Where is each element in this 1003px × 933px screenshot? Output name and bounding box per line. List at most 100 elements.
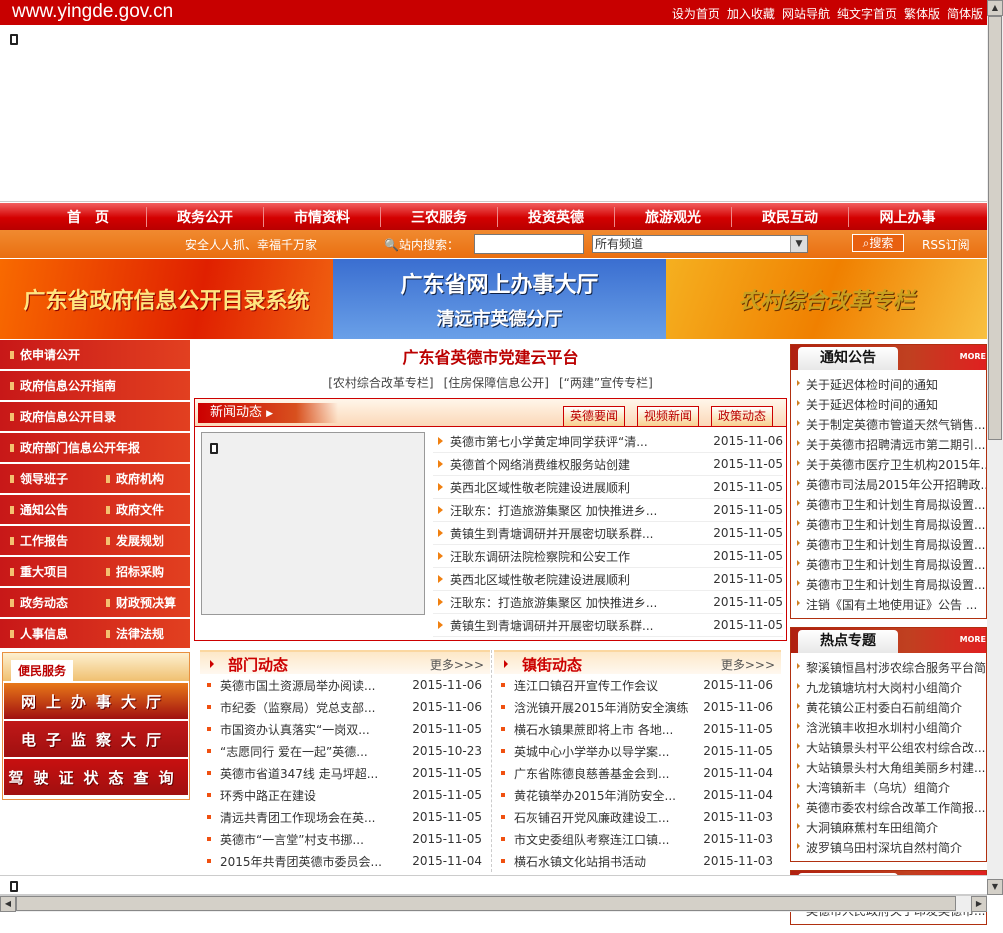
list-item[interactable]: 黄花镇举办2015年消防安全... 2015-11-04 <box>494 784 781 806</box>
list-item[interactable]: 英德市卫生和计划生育局拟设置... <box>791 574 986 594</box>
list-item[interactable]: 浛洸镇开展2015年消防安全演练 2015-11-06 <box>494 696 781 718</box>
scroll-down-icon[interactable]: ▼ <box>987 879 1003 895</box>
news-item[interactable]: 黄镇生到青塘调研并开展密切联系群... 2015-11-05 <box>433 614 783 637</box>
list-item[interactable]: 黎溪镇恒昌村涉农综合服务平台简介 <box>791 657 986 677</box>
sidebar-item[interactable]: 人事信息 <box>0 625 94 642</box>
list-item-title[interactable]: 石灰铺召开党风廉政建设工... <box>514 809 701 826</box>
news-item[interactable]: 汪耿东调研法院检察院和公安工作 2015-11-05 <box>433 545 783 568</box>
list-item[interactable]: 连江口镇召开宣传工作会议 2015-11-06 <box>494 674 781 696</box>
news-item-title[interactable]: 黄镇生到青塘调研并开展密切联系群... <box>450 525 708 542</box>
sidebar-item[interactable]: 财政预决算 <box>94 594 190 611</box>
nav-item[interactable]: 网上办事 <box>849 207 966 227</box>
sidebar-item[interactable]: 依申请公开 <box>0 346 190 363</box>
list-item[interactable]: 英德市卫生和计划生育局拟设置... <box>791 494 986 514</box>
banner-online-hall[interactable]: 广东省网上办事大厅 清远市英德分厅 <box>333 259 666 339</box>
list-item-title[interactable]: 市国资办认真落实“一岗双... <box>220 721 410 738</box>
search-input[interactable] <box>474 234 584 254</box>
list-item[interactable]: 市纪委（监察局）党总支部... 2015-11-06 <box>200 696 490 718</box>
news-item[interactable]: 英德市第七小学黄定坤同学获评“清... 2015-11-06 <box>433 430 783 453</box>
list-item-title[interactable]: 英德市国土资源局举办阅读... <box>220 677 410 694</box>
top-link[interactable]: 繁体版 <box>904 5 940 22</box>
section-title[interactable]: 部门动态 <box>209 654 288 675</box>
top-link[interactable]: 网站导航 <box>782 5 830 22</box>
news-item[interactable]: 英西北区域性敬老院建设进展顺利 2015-11-05 <box>433 476 783 499</box>
nav-item[interactable]: 首 页 <box>30 206 147 227</box>
list-item-title[interactable]: 英城中心小学举办以导学案... <box>514 743 701 760</box>
list-item[interactable]: 关于延迟体检时间的通知 <box>791 374 986 394</box>
news-item[interactable]: 汪耿东：打造旅游集聚区 加快推进乡... 2015-11-05 <box>433 499 783 522</box>
list-item-title[interactable]: 英德市“一言堂”村支书挪... <box>220 831 410 848</box>
list-item-title[interactable]: 广东省陈德良慈善基金会到... <box>514 765 701 782</box>
list-item[interactable]: 大站镇景头村平公组农村综合改... <box>791 737 986 757</box>
special-link[interactable]: [“两建”宣传专栏] <box>559 376 653 390</box>
sidebar-item[interactable]: 政务动态 <box>0 594 94 611</box>
sidebar-item[interactable]: 法律法规 <box>94 625 190 642</box>
sidebar-item[interactable]: 政府信息公开指南 <box>0 377 190 394</box>
list-item-title[interactable]: 市纪委（监察局）党总支部... <box>220 699 410 716</box>
list-item[interactable]: 关于制定英德市管道天然气销售... <box>791 414 986 434</box>
news-item[interactable]: 黄镇生到青塘调研并开展密切联系群... 2015-11-05 <box>433 522 783 545</box>
news-item-title[interactable]: 英德市第七小学黄定坤同学获评“清... <box>450 433 708 450</box>
sidebar-item[interactable]: 政府部门信息公开年报 <box>0 439 190 456</box>
box-title[interactable]: 热点专题 <box>798 630 898 653</box>
news-item-title[interactable]: 英德首个网络消费维权服务站创建 <box>450 456 708 473</box>
list-item-title[interactable]: 环秀中路正在建设 <box>220 787 410 804</box>
search-button[interactable]: ⌕搜索 <box>852 234 904 252</box>
news-item-title[interactable]: 黄镇生到青塘调研并开展密切联系群... <box>450 617 708 634</box>
sidebar-item[interactable]: 发展规划 <box>94 532 190 549</box>
list-item[interactable]: 英德市卫生和计划生育局拟设置... <box>791 554 986 574</box>
list-item[interactable]: 英德市卫生和计划生育局拟设置... <box>791 514 986 534</box>
list-item-title[interactable]: 横石水镇文化站捐书活动 <box>514 853 701 870</box>
news-item-title[interactable]: 英西北区域性敬老院建设进展顺利 <box>450 479 708 496</box>
news-item-title[interactable]: 汪耿东调研法院检察院和公安工作 <box>450 548 708 565</box>
news-item[interactable]: 汪耿东：打造旅游集聚区 加快推进乡... 2015-11-05 <box>433 591 783 614</box>
list-item[interactable]: 黄花镇公正村委白石前组简介 <box>791 697 986 717</box>
box-title[interactable]: 通知公告 <box>798 347 898 370</box>
list-item[interactable]: 大湾镇新丰（乌坑）组简介 <box>791 777 986 797</box>
list-item[interactable]: 浛洸镇丰收担水圳村小组简介 <box>791 717 986 737</box>
top-link[interactable]: 纯文字首页 <box>837 5 897 22</box>
scroll-left-icon[interactable]: ◀ <box>0 896 16 912</box>
news-item[interactable]: 英西北区域性敬老院建设进展顺利 2015-11-05 <box>433 568 783 591</box>
nav-item[interactable]: 政务公开 <box>147 206 264 227</box>
more-link[interactable]: 更多>>> <box>430 656 484 673</box>
sidebar-item[interactable]: 政府文件 <box>94 501 190 518</box>
list-item[interactable]: 横石水镇文化站捐书活动 2015-11-03 <box>494 850 781 872</box>
news-tab[interactable]: 英德要闻 <box>563 406 625 427</box>
top-link[interactable]: 设为首页 <box>672 5 720 22</box>
list-item[interactable]: 大站镇景头村大角组美丽乡村建... <box>791 757 986 777</box>
list-item[interactable]: 波罗镇乌田村深坑自然村简介 <box>791 837 986 857</box>
sidebar-item[interactable]: 领导班子 <box>0 470 94 487</box>
party-platform-title[interactable]: 广东省英德市党建云平台 <box>193 344 788 368</box>
scroll-right-icon[interactable]: ▶ <box>971 896 987 912</box>
news-tab[interactable]: 政策动态 <box>711 406 773 427</box>
service-button[interactable]: 电子监察大厅 <box>4 721 188 757</box>
list-item[interactable]: 广东省陈德良慈善基金会到... 2015-11-04 <box>494 762 781 784</box>
more-link[interactable]: 更多>>> <box>721 656 775 673</box>
horizontal-scroll-thumb[interactable] <box>16 896 956 911</box>
list-item[interactable]: 市文史委组队考察连江口镇... 2015-11-03 <box>494 828 781 850</box>
nav-item[interactable]: 政民互动 <box>732 206 849 227</box>
list-item[interactable]: 环秀中路正在建设 2015-11-05 <box>200 784 490 806</box>
chevron-down-icon[interactable]: ▼ <box>790 236 807 252</box>
rss-link[interactable]: RSS订阅 <box>922 236 970 253</box>
list-item[interactable]: 英德市省道347线 走马坪超... 2015-11-05 <box>200 762 490 784</box>
top-link[interactable]: 加入收藏 <box>727 5 775 22</box>
scroll-up-icon[interactable]: ▲ <box>987 0 1003 16</box>
sidebar-item[interactable]: 政府机构 <box>94 470 190 487</box>
list-item[interactable]: 英德市司法局2015年公开招聘政... <box>791 474 986 494</box>
list-item[interactable]: 英德市“一言堂”村支书挪... 2015-11-05 <box>200 828 490 850</box>
news-tab[interactable]: 视频新闻 <box>637 406 699 427</box>
sidebar-item[interactable]: 工作报告 <box>0 532 94 549</box>
list-item-title[interactable]: 英德市省道347线 走马坪超... <box>220 765 410 782</box>
nav-item[interactable]: 投资英德 <box>498 206 615 227</box>
special-link[interactable]: [住房保障信息公开] <box>444 376 549 390</box>
banner-rural-reform[interactable]: 农村综合改革专栏 <box>666 259 987 339</box>
service-button[interactable]: 驾驶证状态查询 <box>4 759 188 795</box>
list-item[interactable]: 关于延迟体检时间的通知 <box>791 394 986 414</box>
sidebar-item[interactable]: 通知公告 <box>0 501 94 518</box>
sidebar-item[interactable]: 招标采购 <box>94 563 190 580</box>
news-item-title[interactable]: 汪耿东：打造旅游集聚区 加快推进乡... <box>450 594 708 611</box>
section-title[interactable]: 镇街动态 <box>503 654 582 675</box>
list-item[interactable]: 市国资办认真落实“一岗双... 2015-11-05 <box>200 718 490 740</box>
